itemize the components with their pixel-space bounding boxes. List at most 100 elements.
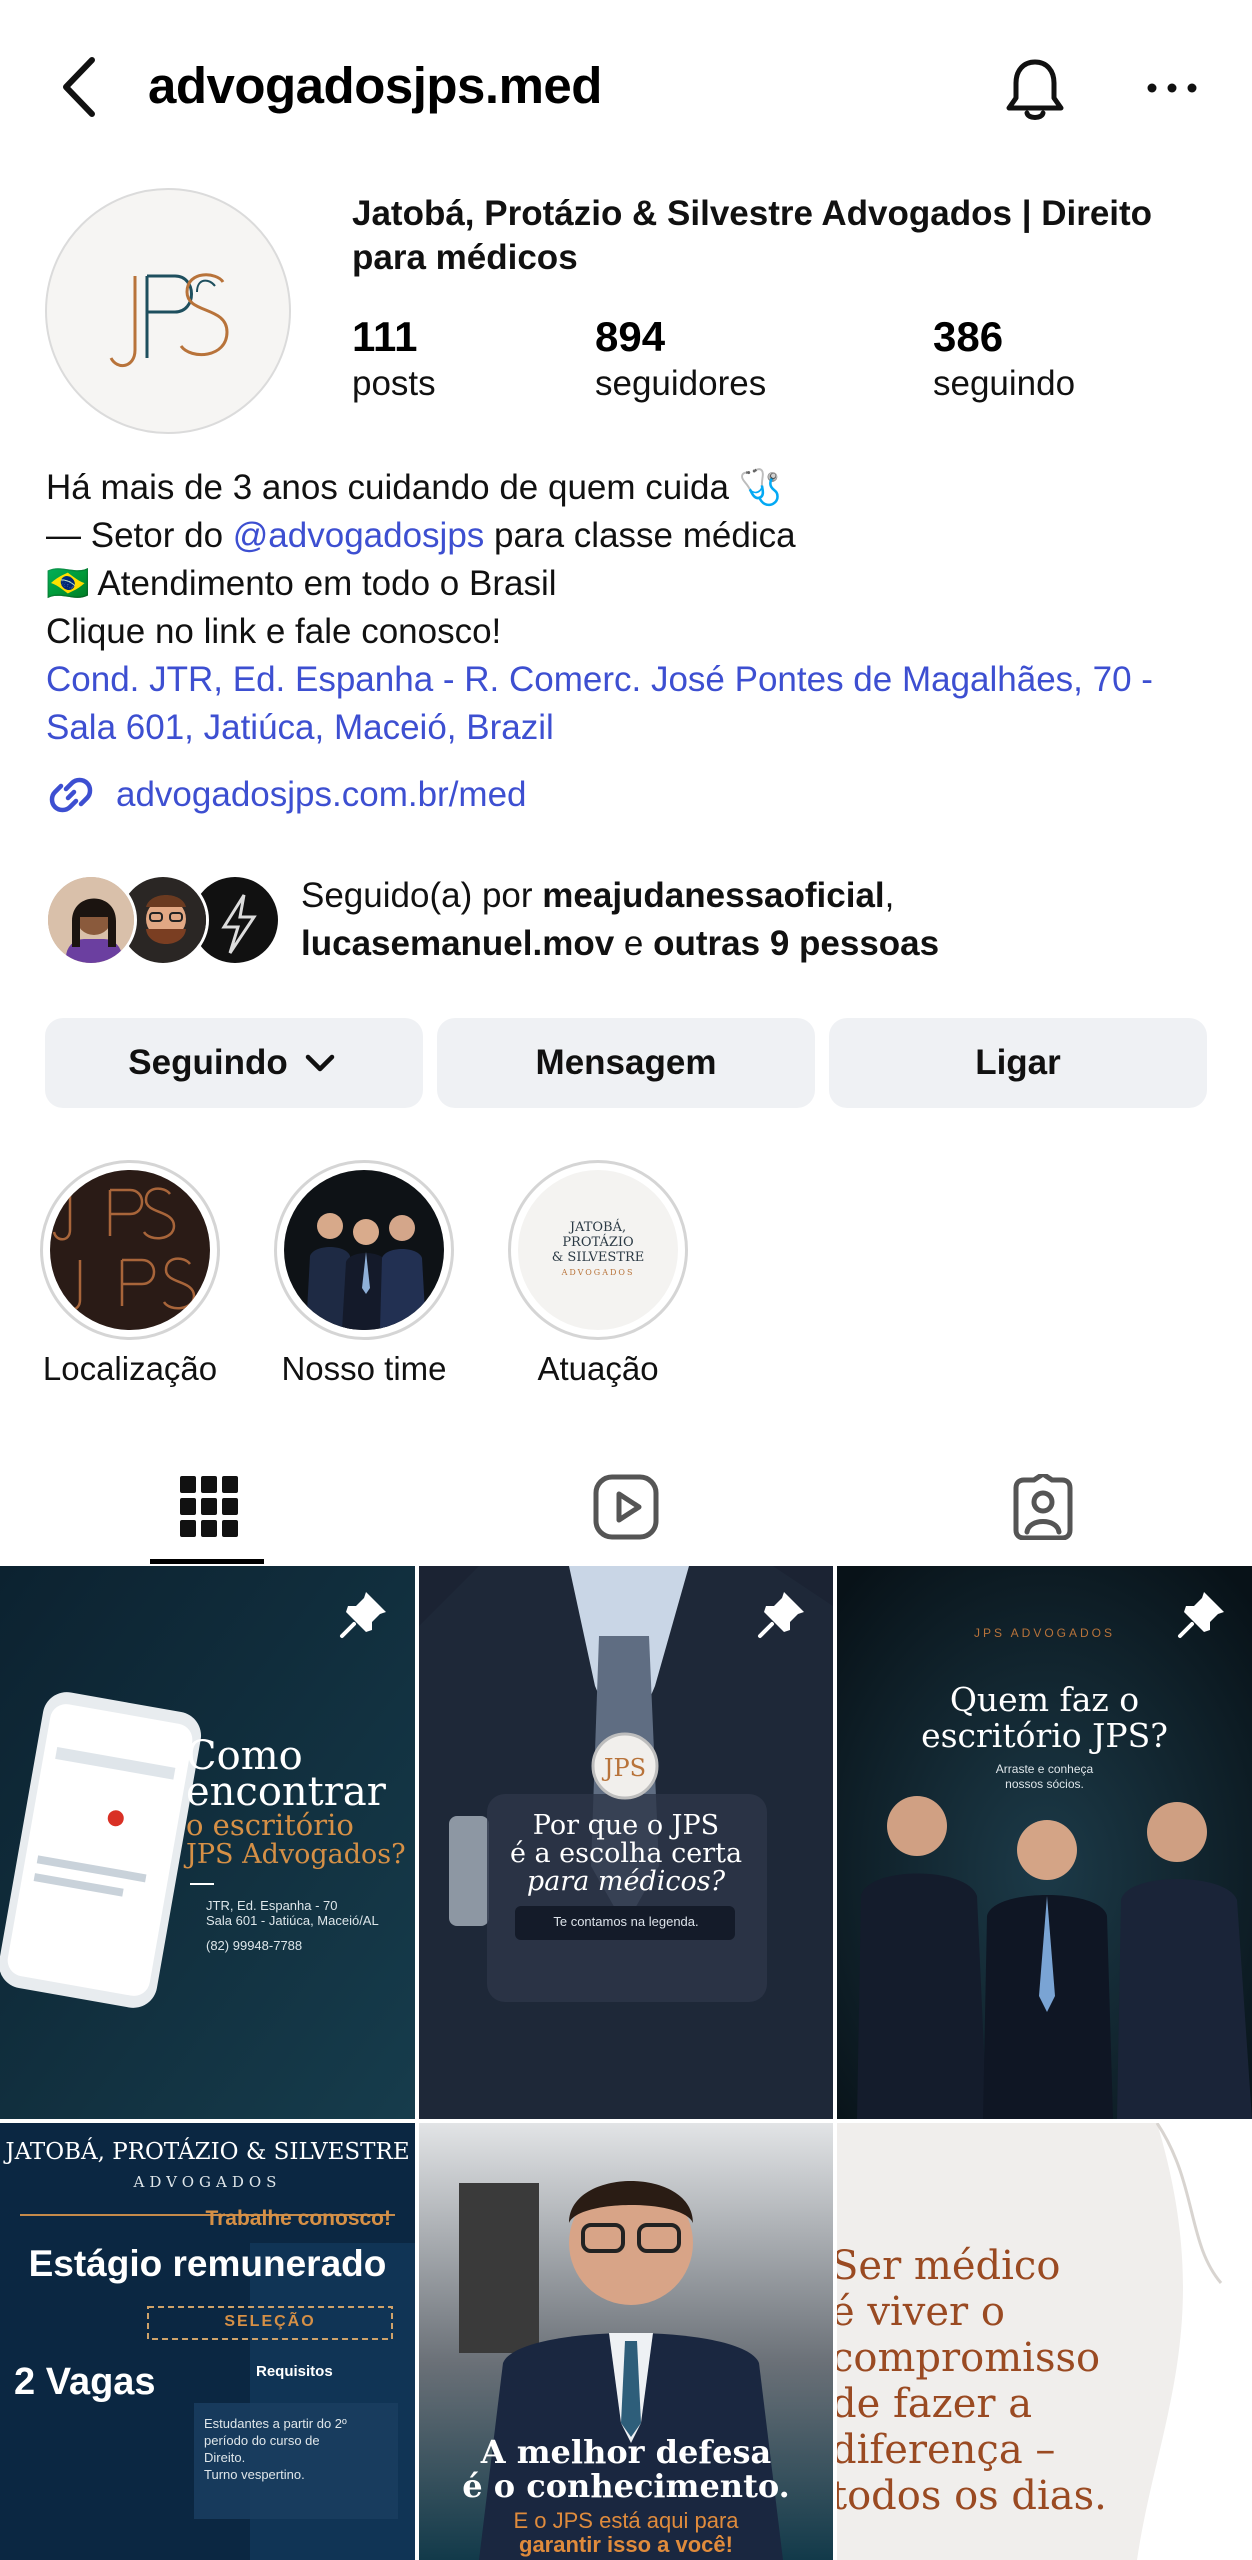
stat-following-count: 386 (933, 313, 1004, 360)
post-5[interactable]: A melhor defesa é o conhecimento. E o JP… (419, 2123, 833, 2560)
bio-mention-link[interactable]: @advogadosjps (233, 516, 485, 555)
bio-line-3: 🇧🇷 Atendimento em todo o Brasil (46, 564, 557, 603)
post-5-title-b: é o conhecimento. (462, 2467, 790, 2505)
post-2-question-b: é a escolha certa (509, 1838, 743, 1869)
post-1-title-c: o escritório (186, 1808, 354, 1842)
post-4-req-body: Estudantes a partir do 2º período do cur… (204, 2415, 390, 2483)
chevron-left-icon (63, 57, 95, 117)
stat-following-label: seguindo (933, 364, 1076, 403)
back-button[interactable] (52, 52, 112, 122)
post-4-firm: JATOBÁ, PROTÁZIO & SILVESTRE (5, 2139, 410, 2165)
tab-tagged[interactable] (834, 1448, 1251, 1566)
post-1-address-b: Sala 601 - Jatiúca, Maceió/AL (206, 1913, 379, 1928)
follower-avatar-1 (45, 874, 137, 966)
post-3-subtitle-b: nossos sócios. (1005, 1777, 1084, 1791)
post-4-call: Trabalhe conosco! (205, 2207, 391, 2230)
highlight-localizacao[interactable]: Localização (40, 1160, 220, 1387)
post-5-subtitle-a: E o JPS está aqui para (513, 2508, 739, 2533)
followed-by-user-2[interactable]: lucasemanuel.mov (301, 924, 614, 963)
post-6-line-4: de fazer a (837, 2381, 1033, 2427)
stat-followers[interactable]: 894 seguidores (595, 312, 766, 406)
post-6-line-2: é viver o (837, 2289, 1005, 2335)
bio-address-link[interactable]: Cond. JTR, Ed. Espanha - R. Comerc. José… (46, 656, 1226, 752)
svg-text:JPS: JPS (601, 1754, 646, 1782)
notifications-button[interactable] (998, 52, 1072, 126)
message-button[interactable]: Mensagem (437, 1018, 815, 1108)
post-1-phone: (82) 99948-7788 (206, 1938, 303, 1953)
tab-active-indicator (150, 1559, 264, 1564)
highlight-nosso-time[interactable]: Nosso time (274, 1160, 454, 1387)
post-2-cta: Te contamos na legenda. (553, 1914, 699, 1929)
post-6[interactable]: Ser médico é viver o compromisso de faze… (837, 2123, 1252, 2560)
tab-reels[interactable] (417, 1448, 834, 1566)
highlight-logo-line-1: JATOBÁ, (569, 1220, 627, 1235)
followed-by-user-1[interactable]: meajudanessaoficial (542, 876, 884, 915)
external-link-text: advogadosjps.com.br/med (116, 775, 527, 814)
post-4-req-b: período do curso de (204, 2433, 320, 2448)
call-button[interactable]: Ligar (829, 1018, 1207, 1108)
post-3[interactable]: JPS ADVOGADOS Quem faz o escritório JPS?… (837, 1566, 1252, 2119)
pinned-icon (336, 1586, 392, 1642)
post-1[interactable]: Como encontrar o escritório JPS Advogado… (0, 1566, 415, 2119)
tab-grid[interactable] (0, 1448, 417, 1566)
stat-followers-count: 894 (595, 313, 666, 360)
pinned-icon (1174, 1586, 1230, 1642)
bio-line-2: — Setor do @advogadosjps para classe méd… (46, 512, 1226, 560)
profile-bio: Há mais de 3 anos cuidando de quem cuida… (46, 464, 1226, 752)
post-5-subtitle: E o JPS está aqui para garantir isso a v… (419, 2509, 833, 2557)
following-button[interactable]: Seguindo (45, 1018, 423, 1108)
highlight-atuacao[interactable]: JATOBÁ, PROTÁZIO & SILVESTRE ADVOGADOS A… (508, 1160, 688, 1387)
post-4[interactable]: JATOBÁ, PROTÁZIO & SILVESTRE ADVOGADOS T… (0, 2123, 415, 2560)
post-6-line-6: todos os dias. (837, 2473, 1107, 2519)
stat-followers-label: seguidores (595, 364, 767, 403)
stat-posts[interactable]: 111 posts (352, 312, 436, 406)
bio-line-2-suffix: para classe médica (484, 516, 796, 555)
chevron-down-icon (305, 1054, 334, 1072)
post-3-subtitle: Arraste e conheça nossos sócios. (837, 1762, 1252, 1792)
profile-username: advogadosjps.med (148, 57, 602, 114)
grid-icon (179, 1476, 238, 1537)
post-3-subtitle-a: Arraste e conheça (995, 1762, 1094, 1776)
bio-line-1: Há mais de 3 anos cuidando de quem cuida… (46, 468, 783, 507)
post-4-req-title: Requisitos (256, 2363, 333, 2380)
post-2[interactable]: JPS Por que o JPS é a escolha certa para… (419, 1566, 833, 2119)
message-button-label: Mensagem (535, 1043, 717, 1082)
following-button-label: Seguindo (128, 1043, 288, 1082)
bell-icon (1006, 59, 1064, 120)
jps-logo (109, 273, 229, 367)
post-6-line-1: Ser médico (837, 2243, 1061, 2289)
post-4-req-a: Estudantes a partir do 2º (204, 2416, 347, 2431)
profile-avatar[interactable] (45, 188, 291, 434)
followed-by-others[interactable]: outras 9 pessoas (653, 924, 939, 963)
more-options-button[interactable] (1142, 60, 1202, 120)
post-1-title-d: JPS Advogados? (186, 1839, 406, 1870)
post-3-title-a: Quem faz o (949, 1680, 1140, 1719)
highlight-cover-2 (284, 1170, 444, 1330)
highlight-logo-line-2: PROTÁZIO (562, 1235, 634, 1250)
followed-by-conj: e (614, 924, 654, 963)
bio-line-2-prefix: — Setor do (46, 516, 233, 555)
post-4-title: Estágio remunerado (28, 2243, 387, 2284)
stat-following[interactable]: 386 seguindo (933, 312, 1075, 406)
highlight-logo-line-3: & SILVESTRE (551, 1250, 645, 1265)
highlight-cover-1 (50, 1170, 210, 1330)
call-button-label: Ligar (975, 1043, 1061, 1082)
external-link[interactable]: advogadosjps.com.br/med (46, 770, 527, 820)
post-1-title-b: encontrar (186, 1769, 386, 1815)
followed-by-section[interactable]: Seguido(a) por meajudanessaoficial, luca… (45, 872, 1225, 968)
post-3-artwork (837, 1566, 1252, 2119)
profile-full-name: Jatobá, Protázio & Silvestre Advogados |… (352, 194, 1153, 277)
post-6-text: Ser médico é viver o compromisso de faze… (837, 2243, 1107, 2519)
more-horizontal-icon (1147, 83, 1197, 93)
post-4-badge: SELEÇÃO (224, 2313, 316, 2330)
highlight-cover-3: JATOBÁ, PROTÁZIO & SILVESTRE ADVOGADOS (518, 1170, 678, 1330)
post-6-line-3: compromisso (837, 2335, 1101, 2381)
link-icon (49, 777, 93, 813)
post-grid: Como encontrar o escritório JPS Advogado… (0, 1566, 1252, 2560)
post-5-subtitle-b: garantir isso a você! (519, 2532, 733, 2557)
post-4-req-d: Turno vespertino. (204, 2467, 305, 2482)
post-2-question-c: para médicos? (526, 1866, 726, 1897)
post-2-question-a: Por que o JPS (532, 1810, 720, 1841)
stat-posts-count: 111 (352, 313, 418, 360)
followed-by-prefix: Seguido(a) por (301, 876, 543, 915)
